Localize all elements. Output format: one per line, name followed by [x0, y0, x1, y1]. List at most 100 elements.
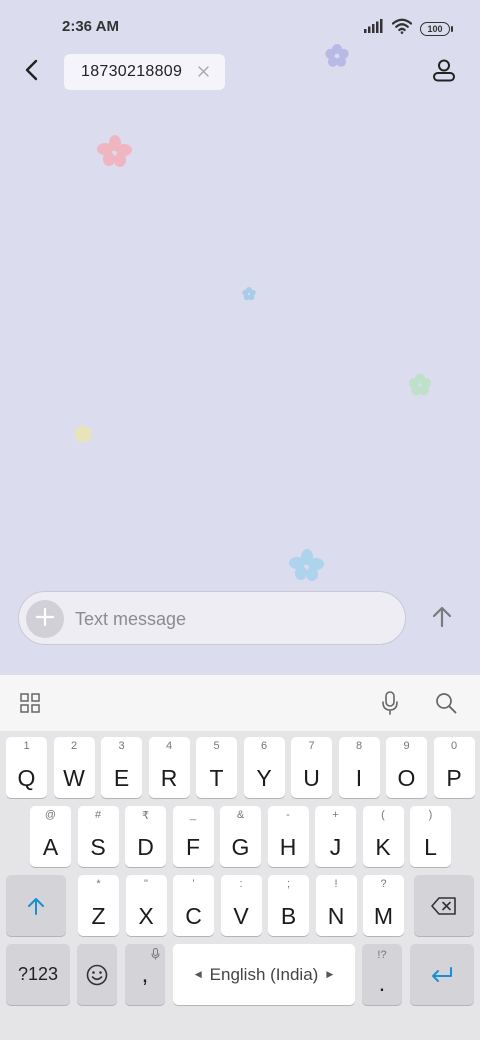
key-m[interactable]: ? M — [363, 875, 404, 936]
key-label: V — [233, 903, 249, 929]
attach-button[interactable] — [26, 600, 64, 638]
enter-icon — [410, 944, 474, 1005]
key-a[interactable]: @ A — [30, 806, 71, 867]
key-label: C — [185, 903, 202, 929]
compose-bar — [18, 591, 406, 645]
key-label: Q — [17, 765, 36, 791]
key-y[interactable]: 6Y — [243, 737, 285, 798]
key-sub-label: 9 — [403, 740, 410, 752]
key-label: U — [303, 765, 320, 791]
key-sub-label: ₹ — [142, 810, 149, 822]
key-sub-label: ? — [380, 878, 387, 890]
key-sub-label: 1 — [23, 740, 30, 752]
key-r[interactable]: 4R — [148, 737, 190, 798]
key-q[interactable]: 1Q — [6, 737, 47, 798]
emoji-icon — [77, 944, 117, 1005]
key-g[interactable]: & G — [220, 806, 261, 867]
key-z[interactable]: * Z — [78, 875, 119, 936]
comma-label: , — [141, 960, 149, 988]
key-sub-label: ) — [428, 809, 433, 821]
keyboard: 1 Q 2 W 3 E 4 R 5 T 6 Y 7 U 8 I 9 O 0 P @ A # S ₹ D _ F & G - H + J(K) L * Z… — [0, 675, 480, 1040]
space-key[interactable]: ◀ English (India) ▶ — [173, 944, 355, 1005]
key-label: I — [355, 765, 363, 791]
caret-right-icon: ▶ — [326, 969, 334, 979]
key-j[interactable]: + J — [315, 806, 356, 867]
key-label: E — [113, 765, 130, 791]
key-label: M — [373, 903, 394, 929]
backspace-icon — [414, 875, 474, 936]
key-sub-label: 3 — [118, 740, 125, 752]
shift-key[interactable] — [6, 875, 66, 936]
key-b[interactable]: ; B — [268, 875, 309, 936]
message-input[interactable] — [75, 604, 395, 634]
symbols-key[interactable]: ?123 — [6, 944, 70, 1005]
wifi-icon — [391, 18, 413, 39]
key-u[interactable]: 7U — [291, 737, 332, 798]
close-icon[interactable] — [195, 63, 211, 79]
key-t[interactable]: 5T — [196, 737, 237, 798]
key-sub-label: 5 — [213, 740, 220, 752]
key-c[interactable]: ' C — [173, 875, 214, 936]
key-n[interactable]: ! N — [315, 875, 357, 936]
period-key[interactable]: !? . — [362, 944, 402, 1005]
key-label: G — [231, 834, 250, 860]
key-e[interactable]: 3E — [101, 737, 142, 798]
battery-level: 100 — [427, 23, 443, 34]
grid-icon[interactable] — [16, 689, 44, 717]
key-f[interactable]: _ F — [172, 806, 214, 867]
key-l[interactable]: ) L — [410, 806, 451, 867]
flower-decoration — [289, 549, 324, 581]
enter-key[interactable] — [410, 944, 474, 1005]
key-w[interactable]: 2W — [53, 737, 95, 798]
key-x[interactable]: " X — [125, 875, 167, 936]
search-icon[interactable] — [432, 689, 460, 717]
emoji-key[interactable] — [77, 944, 117, 1005]
battery-icon: 100 — [420, 21, 453, 36]
contact-button[interactable] — [428, 56, 460, 88]
key-sub-label: @ — [44, 809, 57, 821]
key-sub-label: 0 — [450, 740, 458, 752]
key-label: Z — [91, 903, 106, 929]
send-button[interactable] — [425, 602, 459, 636]
backspace-key[interactable] — [414, 875, 474, 936]
key-sub-label: # — [94, 809, 102, 821]
key-d[interactable]: ₹ D — [125, 806, 166, 867]
recipient-chip[interactable]: 18730218809 — [64, 54, 225, 90]
comma-key[interactable]: , — [125, 944, 165, 1005]
recipient-number: 18730218809 — [81, 63, 183, 80]
key-label: O — [397, 765, 416, 791]
back-button[interactable] — [16, 56, 48, 88]
symbols-label: ?123 — [17, 964, 59, 984]
key-label: D — [137, 834, 154, 860]
key-o[interactable]: 9O — [386, 737, 427, 798]
key-label: S — [90, 834, 106, 860]
key-s[interactable]: # S — [77, 806, 119, 867]
key-h[interactable]: -H — [267, 806, 309, 867]
microphone-icon[interactable] — [376, 689, 404, 717]
plus-icon — [35, 607, 55, 631]
key-sub-label: 4 — [165, 740, 173, 752]
key-sub-label: & — [236, 809, 245, 821]
flower-decoration — [74, 425, 92, 442]
key-sub-label: + — [332, 809, 339, 821]
key-label: W — [63, 765, 85, 791]
key-sub-label: _ — [189, 809, 197, 821]
key-sub-label: ( — [381, 809, 385, 821]
caret-left-icon: ◀ — [194, 969, 202, 979]
status-icons: 100 — [364, 18, 453, 39]
key-label: K — [375, 834, 391, 860]
key-v[interactable]: :V — [220, 875, 262, 936]
arrow-up-icon — [432, 606, 452, 633]
key-sub-label: - — [286, 809, 290, 821]
flower-decoration — [242, 287, 256, 301]
space-label: English (India) — [209, 964, 319, 984]
period-sub-label: !? — [377, 949, 387, 961]
key-i[interactable]: 8I — [338, 737, 380, 798]
key-label: F — [185, 834, 201, 860]
key-p[interactable]: 0P — [433, 737, 475, 798]
key-label: R — [160, 765, 178, 791]
key-label: P — [446, 765, 462, 791]
conversation-header: 18730218809 — [0, 52, 480, 92]
key-k[interactable]: (K — [362, 806, 404, 867]
signal-icon — [364, 19, 384, 38]
